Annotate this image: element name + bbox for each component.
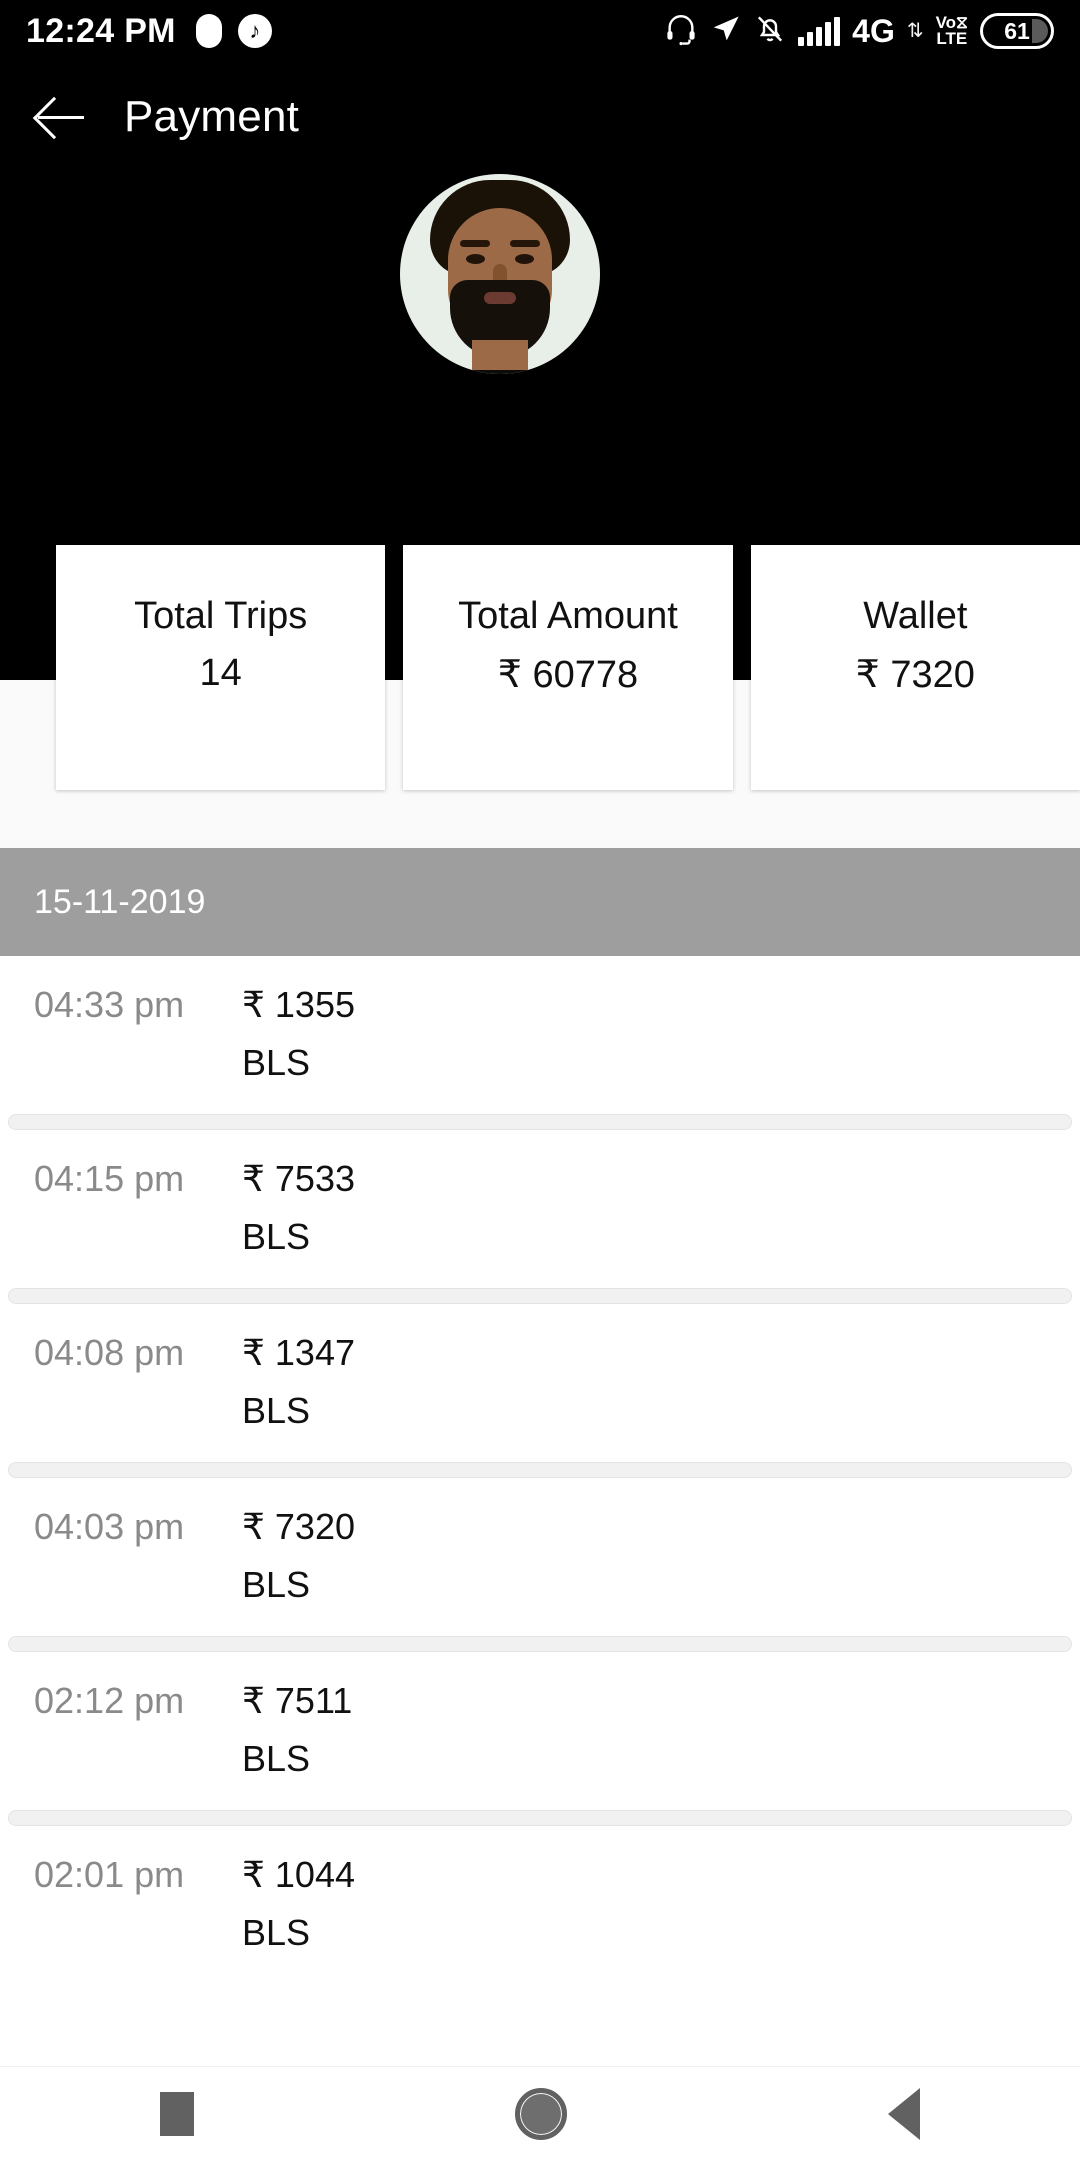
table-row[interactable]: 04:08 pm ₹ 1347 BLS (0, 1304, 1080, 1456)
transaction-amount: ₹ 1347 (242, 1332, 355, 1373)
table-row[interactable]: 02:12 pm ₹ 7511 BLS (0, 1652, 1080, 1804)
transaction-main-line: 04:08 pm ₹ 1347 (0, 1332, 1080, 1374)
row-separator (8, 1462, 1072, 1478)
pill-indicator-icon (195, 14, 222, 48)
battery-icon: 61 (980, 13, 1054, 49)
phone-screen: 12:24 PM ♪ 4G ⇅ Vo⧖ LTE 61 Payment Total… (0, 0, 1080, 2160)
transaction-time: 04:15 pm (34, 1158, 185, 1199)
volte-icon: Vo⧖ LTE (936, 14, 968, 48)
back-triangle-icon[interactable] (887, 2087, 920, 2140)
transaction-time: 02:12 pm (34, 1680, 185, 1721)
transaction-type: BLS (242, 1042, 311, 1083)
table-row[interactable]: 02:01 pm ₹ 1044 BLS (0, 1826, 1080, 1978)
signal-bars-icon (798, 16, 841, 46)
stat-value: ₹ 60778 (497, 654, 639, 696)
status-clock: 12:24 PM (26, 11, 176, 50)
avatar-face (400, 174, 600, 374)
transaction-time: 04:03 pm (34, 1506, 185, 1547)
transaction-main-line: 04:15 pm ₹ 7533 (0, 1158, 1080, 1200)
table-row[interactable]: 04:03 pm ₹ 7320 BLS (0, 1478, 1080, 1630)
status-bar: 12:24 PM ♪ 4G ⇅ Vo⧖ LTE 61 (0, 0, 1080, 62)
location-arrow-icon (710, 13, 742, 50)
transaction-time: 04:33 pm (34, 984, 185, 1025)
stat-value: ₹ 7320 (855, 654, 975, 696)
back-arrow-icon[interactable] (34, 89, 90, 145)
transaction-time: 04:08 pm (34, 1332, 185, 1373)
data-arrows-icon: ⇅ (906, 20, 924, 42)
row-separator (8, 1810, 1072, 1826)
stat-card-wallet[interactable]: Wallet ₹ 7320 (750, 545, 1080, 790)
transaction-type: BLS (242, 1912, 311, 1953)
transaction-main-line: 04:33 pm ₹ 1355 (0, 984, 1080, 1026)
transaction-main-line: 04:03 pm ₹ 7320 (0, 1506, 1080, 1548)
transaction-type: BLS (242, 1390, 311, 1431)
row-separator (8, 1636, 1072, 1652)
volte-bottom-label: LTE (936, 29, 968, 48)
stat-value: 14 (199, 652, 242, 694)
transaction-main-line: 02:12 pm ₹ 7511 (0, 1680, 1080, 1722)
bell-muted-icon (754, 13, 786, 50)
music-note-icon: ♪ (237, 14, 272, 48)
stat-label: Total Amount (458, 595, 678, 637)
table-row[interactable]: 04:33 pm ₹ 1355 BLS (0, 956, 1080, 1108)
network-type-label: 4G (852, 12, 895, 49)
avatar[interactable] (400, 174, 600, 374)
app-bar: Payment (0, 62, 1080, 172)
recents-square-icon[interactable] (160, 2091, 195, 2136)
android-nav-bar (0, 2066, 1080, 2160)
transaction-main-line: 02:01 pm ₹ 1044 (0, 1854, 1080, 1896)
transaction-amount: ₹ 7533 (242, 1158, 355, 1199)
stat-label: Total Trips (134, 595, 308, 637)
status-right-icons: 4G ⇅ Vo⧖ LTE 61 (664, 12, 1054, 51)
transaction-type: BLS (242, 1564, 311, 1605)
transaction-amount: ₹ 1044 (242, 1854, 355, 1895)
transaction-type: BLS (242, 1738, 311, 1779)
page-title: Payment (124, 92, 300, 141)
transaction-time: 02:01 pm (34, 1854, 185, 1895)
stat-card-total-amount[interactable]: Total Amount ₹ 60778 (403, 545, 733, 790)
battery-level-label: 61 (1004, 17, 1030, 44)
headset-icon (664, 12, 698, 51)
transaction-amount: ₹ 1355 (242, 984, 355, 1025)
stats-cards: Total Trips 14 Total Amount ₹ 60778 Wall… (0, 545, 1080, 790)
row-separator (8, 1288, 1072, 1304)
row-separator (8, 1114, 1072, 1130)
stat-card-total-trips[interactable]: Total Trips 14 (56, 545, 386, 790)
table-row[interactable]: 04:15 pm ₹ 7533 BLS (0, 1130, 1080, 1282)
transaction-type: BLS (242, 1216, 311, 1257)
stat-label: Wallet (863, 595, 968, 637)
transaction-amount: ₹ 7511 (242, 1680, 353, 1721)
transaction-amount: ₹ 7320 (242, 1506, 355, 1547)
transactions-list[interactable]: 15-11-2019 04:33 pm ₹ 1355 BLS 04:15 pm … (0, 848, 1080, 2066)
home-circle-icon[interactable] (514, 2087, 567, 2140)
date-group-header: 15-11-2019 (0, 848, 1080, 956)
status-left-icons: ♪ (195, 14, 272, 48)
